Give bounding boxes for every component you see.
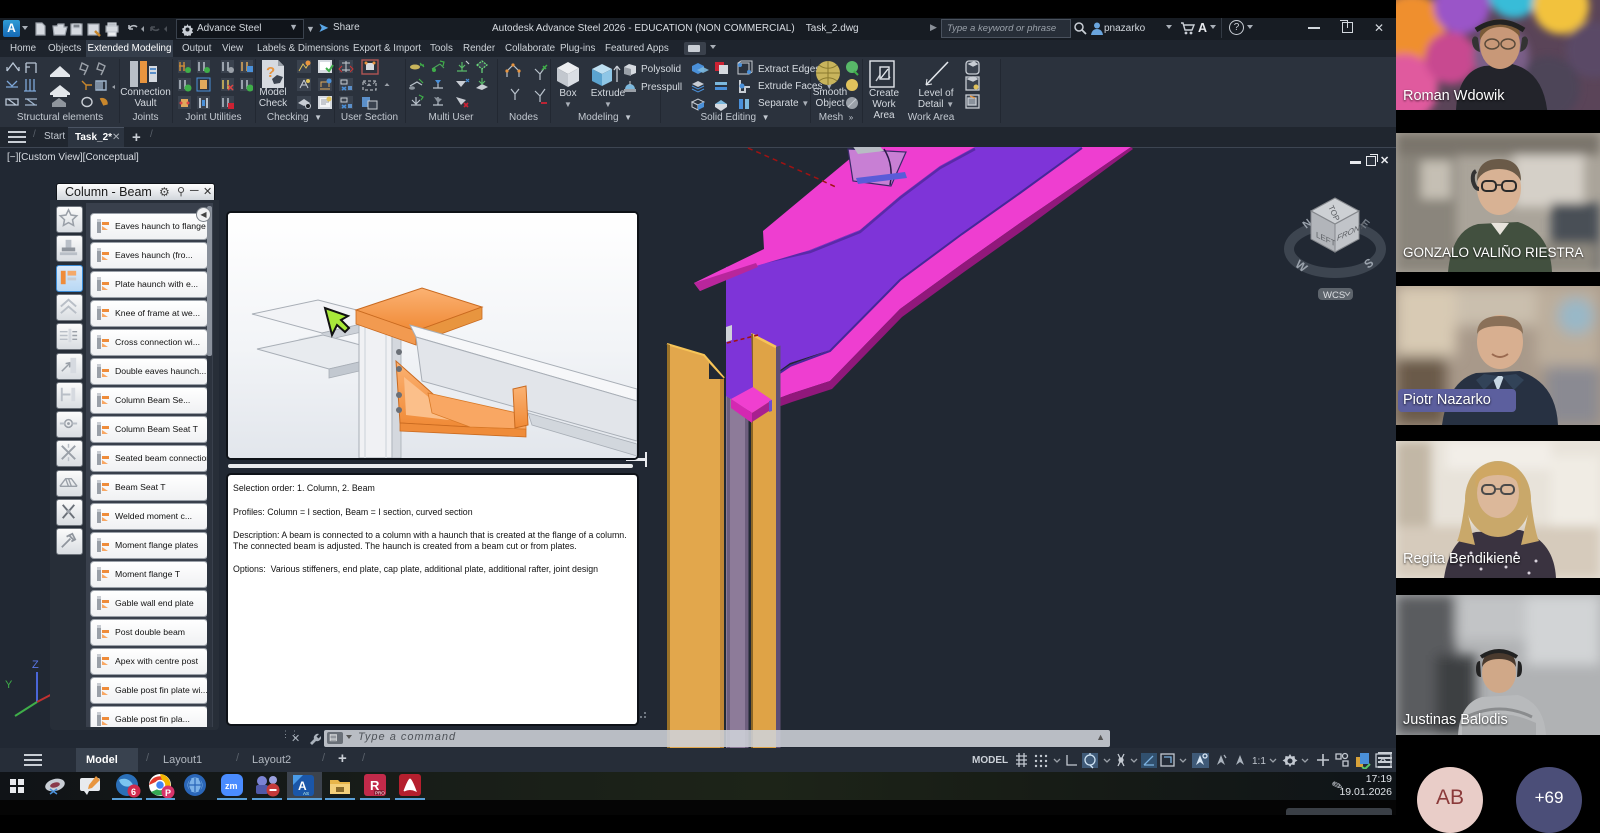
svg-text:Z: Z	[32, 659, 39, 671]
svg-text:P: P	[165, 788, 171, 798]
svg-text:6: 6	[131, 787, 136, 797]
svg-text:PRO: PRO	[375, 791, 385, 796]
svg-text:WCS: WCS	[1323, 290, 1345, 301]
svg-text:1:1: 1:1	[1252, 756, 1266, 767]
svg-text:Y: Y	[5, 679, 13, 691]
svg-text:zm: zm	[225, 781, 238, 791]
svg-text:AS: AS	[303, 791, 309, 796]
